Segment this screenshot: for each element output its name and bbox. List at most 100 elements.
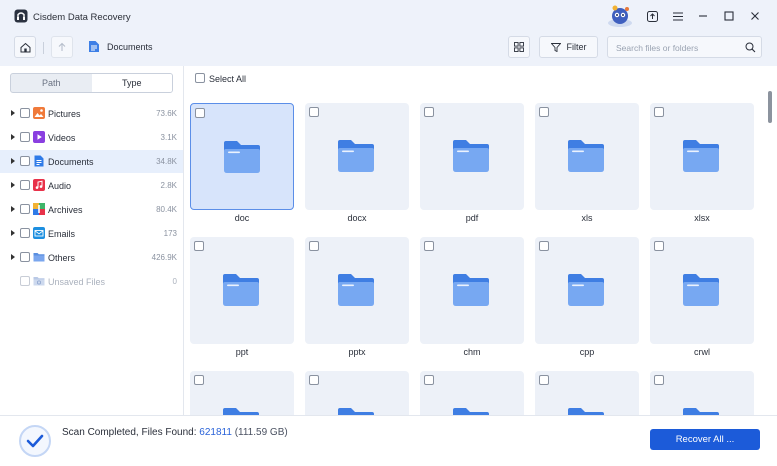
folder-tile[interactable] <box>305 103 409 210</box>
folder-tile[interactable] <box>650 371 754 415</box>
category-label: Documents <box>48 157 94 167</box>
folder-tile[interactable] <box>190 237 294 344</box>
upload-icon <box>646 10 658 22</box>
view-grid-button[interactable] <box>508 36 530 58</box>
expand-arrow-icon[interactable] <box>11 230 15 236</box>
category-label: Videos <box>48 133 76 143</box>
folder-tile[interactable] <box>535 371 639 415</box>
checkbox[interactable] <box>195 108 205 118</box>
maximize-icon <box>724 11 734 21</box>
sidebar-item-videos[interactable]: Videos 3.1K <box>0 126 183 149</box>
expand-arrow-icon[interactable] <box>11 206 15 212</box>
home-button[interactable] <box>14 36 36 58</box>
upload-button[interactable] <box>644 8 660 24</box>
expand-arrow-icon[interactable] <box>11 158 15 164</box>
folder-tile[interactable] <box>650 103 754 210</box>
folder-tile[interactable] <box>305 237 409 344</box>
checkbox[interactable] <box>309 241 319 251</box>
folder-tile[interactable] <box>420 371 524 415</box>
checkbox[interactable] <box>20 156 30 166</box>
archives-icon <box>33 203 45 215</box>
audio-icon <box>33 179 45 191</box>
toolbar: Documents Filter <box>0 33 777 66</box>
expand-arrow-icon[interactable] <box>11 134 15 140</box>
folder-tile[interactable] <box>535 237 639 344</box>
menu-button[interactable] <box>670 8 686 24</box>
checkbox[interactable] <box>20 132 30 142</box>
folder-name: cpp <box>579 347 595 357</box>
sidebar-item-unsaved-files: Unsaved Files 0 <box>0 270 183 293</box>
folder-icon <box>568 140 604 172</box>
category-count: 426.9K <box>151 253 177 262</box>
expand-arrow-icon[interactable] <box>11 254 15 260</box>
folder-tile[interactable] <box>535 103 639 210</box>
folder-name: chm <box>463 347 481 357</box>
folder-icon <box>453 274 489 306</box>
recover-all-button[interactable]: Recover All ... <box>650 429 760 450</box>
checkbox[interactable] <box>654 107 664 117</box>
folder-icon <box>224 141 260 173</box>
sidebar-item-others[interactable]: Others 426.9K <box>0 246 183 269</box>
tab-path[interactable]: Path <box>11 74 92 92</box>
checkbox[interactable] <box>539 241 549 251</box>
checkbox[interactable] <box>309 375 319 385</box>
sidebar-item-archives[interactable]: Archives 80.4K <box>0 198 183 221</box>
title-bar: Cisdem Data Recovery <box>0 0 777 33</box>
documents-icon <box>34 155 44 167</box>
checkbox[interactable] <box>194 375 204 385</box>
expand-arrow-icon[interactable] <box>11 110 15 116</box>
checkbox[interactable] <box>194 241 204 251</box>
checkbox[interactable] <box>424 107 434 117</box>
checkbox[interactable] <box>539 375 549 385</box>
checkbox[interactable] <box>20 204 30 214</box>
filter-button[interactable]: Filter <box>539 36 598 58</box>
sidebar-item-emails[interactable]: Emails 173 <box>0 222 183 245</box>
folder-tile[interactable] <box>190 371 294 415</box>
tab-type[interactable]: Type <box>91 74 172 92</box>
checkbox[interactable] <box>20 180 30 190</box>
sidebar-item-documents[interactable]: Documents 34.8K <box>0 150 183 173</box>
app-title: Cisdem Data Recovery <box>33 12 131 23</box>
checkbox[interactable] <box>424 375 434 385</box>
sidebar-item-pictures[interactable]: Pictures 73.6K <box>0 102 183 125</box>
checkbox[interactable] <box>309 107 319 117</box>
category-label: Unsaved Files <box>48 277 106 287</box>
close-button[interactable] <box>747 8 763 24</box>
pictures-icon <box>33 107 45 119</box>
folder-tile[interactable] <box>190 103 294 210</box>
search-icon[interactable] <box>745 42 756 53</box>
minimize-button[interactable] <box>695 8 711 24</box>
folder-name: ppt <box>235 347 249 357</box>
checkbox[interactable] <box>20 108 30 118</box>
arrow-up-icon <box>58 42 66 51</box>
up-button[interactable] <box>51 36 73 58</box>
maximize-button[interactable] <box>721 8 737 24</box>
menu-icon <box>673 11 683 21</box>
folder-tile[interactable] <box>420 237 524 344</box>
folder-tile[interactable] <box>420 103 524 210</box>
checkbox[interactable] <box>654 241 664 251</box>
minimize-icon <box>699 15 707 17</box>
search-input[interactable] <box>616 40 741 55</box>
checkbox[interactable] <box>20 228 30 238</box>
checkbox <box>20 276 30 286</box>
breadcrumb[interactable]: Documents <box>107 42 153 52</box>
mascot-icon[interactable] <box>606 3 634 29</box>
close-icon <box>751 12 759 20</box>
expand-arrow-icon[interactable] <box>11 182 15 188</box>
checkbox[interactable] <box>539 107 549 117</box>
checkmark-icon <box>26 434 44 448</box>
folder-name: pdf <box>465 213 479 223</box>
select-all-label[interactable]: Select All <box>209 74 246 84</box>
folder-tile[interactable] <box>650 237 754 344</box>
checkbox[interactable] <box>424 241 434 251</box>
folder-name: doc <box>234 213 250 223</box>
toolbar-separator <box>43 42 44 54</box>
sidebar-item-audio[interactable]: Audio 2.8K <box>0 174 183 197</box>
checkbox[interactable] <box>654 375 664 385</box>
folder-tile[interactable] <box>305 371 409 415</box>
checkbox[interactable] <box>20 252 30 262</box>
folder-name: docx <box>347 213 367 223</box>
scrollbar-thumb[interactable] <box>768 91 772 123</box>
select-all-checkbox[interactable] <box>195 73 205 83</box>
